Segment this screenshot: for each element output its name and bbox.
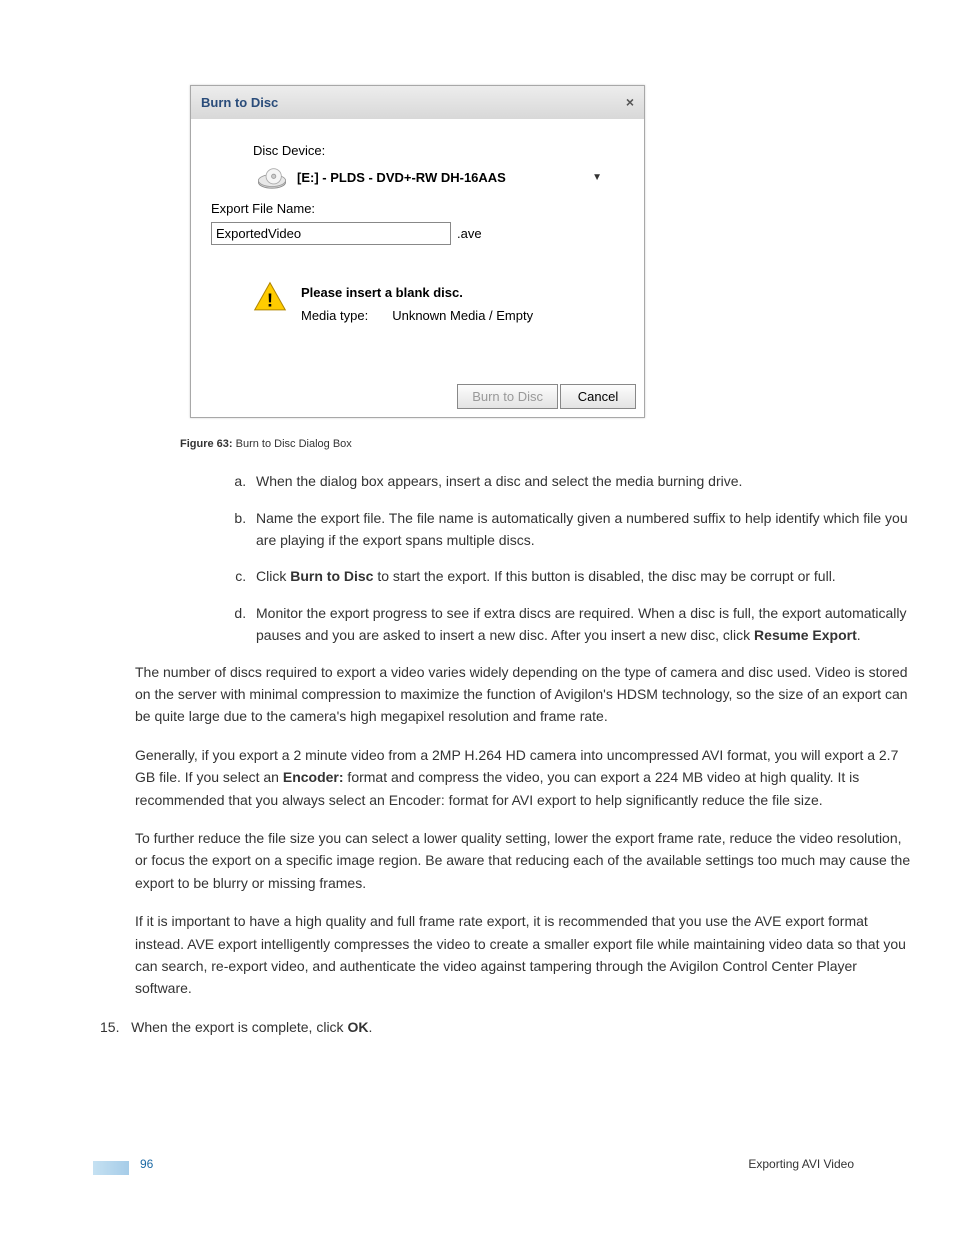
chevron-down-icon: ▼ (592, 170, 602, 185)
step-b: Name the export file. The file name is a… (250, 507, 914, 552)
step15-pre: When the export is complete, click (131, 1019, 347, 1035)
disc-device-label: Disc Device: (253, 141, 620, 161)
step-d: Monitor the export progress to see if ex… (250, 602, 914, 647)
step-c-bold: Burn to Disc (290, 568, 373, 584)
step-c-pre: Click (256, 568, 290, 584)
step-c-post: to start the export. If this button is d… (373, 568, 835, 584)
export-filename-label: Export File Name: (211, 199, 620, 219)
burn-to-disc-button[interactable]: Burn to Disc (457, 384, 558, 409)
step-b-text: Name the export file. The file name is a… (256, 510, 908, 548)
step15-num: 15. (100, 1019, 119, 1035)
cancel-button[interactable]: Cancel (560, 384, 636, 409)
disc-device-value: [E:] - PLDS - DVD+-RW DH-16AAS (297, 168, 584, 188)
page-footer: 96 Exporting AVI Video (140, 1155, 854, 1173)
step-a: When the dialog box appears, insert a di… (250, 470, 914, 492)
warning-icon: ! (253, 281, 287, 311)
media-type-label: Media type: (301, 304, 368, 327)
footer-section: Exporting AVI Video (748, 1155, 854, 1173)
close-icon[interactable]: × (626, 92, 634, 113)
figure-text: Burn to Disc Dialog Box (236, 438, 352, 450)
paragraph-1: The number of discs required to export a… (135, 661, 914, 728)
dialog-title: Burn to Disc (201, 93, 278, 113)
substep-list: When the dialog box appears, insert a di… (180, 470, 914, 646)
figure-caption: Figure 63: Burn to Disc Dialog Box (180, 436, 914, 453)
step-15: 15. When the export is complete, click O… (100, 1016, 914, 1038)
page-number: 96 (140, 1155, 153, 1173)
p2-bold: Encoder: (283, 769, 344, 785)
filename-row: .ave (211, 222, 620, 245)
step-c: Click Burn to Disc to start the export. … (250, 565, 914, 587)
warning-block: ! Please insert a blank disc. Media type… (213, 281, 620, 328)
dialog-body: Disc Device: [E:] - PLDS - DVD+-RW DH-16… (191, 119, 644, 374)
dialog-titlebar: Burn to Disc × (191, 86, 644, 119)
disc-drive-icon (255, 165, 289, 191)
export-filename-input[interactable] (211, 222, 451, 245)
step-d-bold: Resume Export (754, 627, 857, 643)
figure-label: Figure 63: (180, 438, 233, 450)
warning-title: Please insert a blank disc. (301, 281, 533, 304)
media-type-value: Unknown Media / Empty (392, 304, 533, 327)
file-extension: .ave (457, 224, 482, 244)
burn-to-disc-dialog: Burn to Disc × Disc Device: [E:] - PLDS … (190, 85, 645, 418)
warning-messages: Please insert a blank disc. Media type: … (301, 281, 533, 328)
step15-bold: OK (347, 1019, 368, 1035)
paragraph-4: If it is important to have a high qualit… (135, 910, 914, 1000)
step-d-post: . (857, 627, 861, 643)
paragraph-2: Generally, if you export a 2 minute vide… (135, 744, 914, 811)
svg-text:!: ! (267, 289, 273, 310)
disc-device-dropdown[interactable]: [E:] - PLDS - DVD+-RW DH-16AAS ▼ (255, 165, 620, 191)
step-a-text: When the dialog box appears, insert a di… (256, 473, 742, 489)
footer-decoration (93, 1161, 129, 1175)
step15-post: . (368, 1019, 372, 1035)
dialog-button-row: Burn to Disc Cancel (191, 374, 644, 417)
paragraph-3: To further reduce the file size you can … (135, 827, 914, 894)
